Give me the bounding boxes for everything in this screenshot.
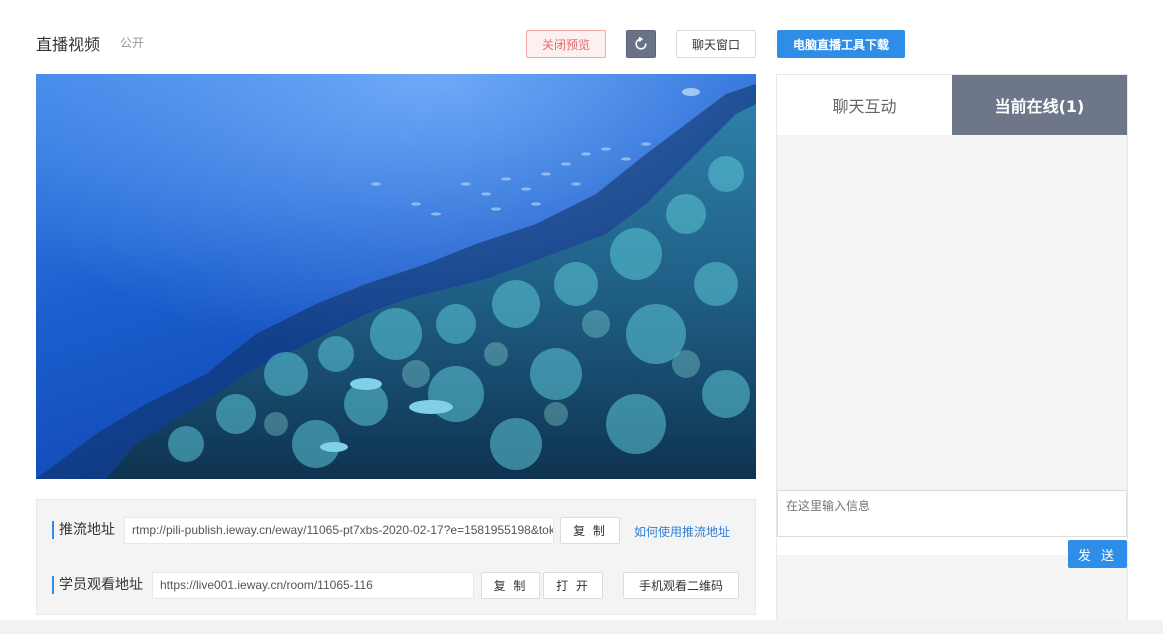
mobile-qr-button[interactable]: 手机观看二维码: [623, 572, 739, 599]
video-player[interactable]: [36, 74, 756, 479]
send-button[interactable]: 发 送: [1068, 540, 1127, 568]
refresh-button[interactable]: [626, 30, 656, 58]
viewer-url-field[interactable]: https://live001.ieway.cn/room/11065-116: [152, 572, 474, 599]
push-url-help-link[interactable]: 如何使用推流地址: [634, 523, 730, 540]
page-title: 直播视频: [36, 35, 101, 54]
chat-window-button[interactable]: 聊天窗口: [676, 30, 756, 58]
viewer-url-label: 学员观看地址: [52, 576, 143, 594]
video-frame: [36, 74, 756, 479]
open-viewer-url-button[interactable]: 打 开: [543, 572, 603, 599]
copy-viewer-url-button[interactable]: 复 制: [481, 572, 540, 599]
chat-panel: 聊天互动 当前在线(1) 发 送: [776, 74, 1128, 622]
push-url-label: 推流地址: [52, 521, 115, 539]
message-input[interactable]: [777, 490, 1127, 537]
copy-push-url-button[interactable]: 复 制: [560, 517, 620, 544]
push-url-field[interactable]: rtmp://pili-publish.ieway.cn/eway/11065-…: [124, 517, 554, 544]
download-tool-button[interactable]: 电脑直播工具下载: [777, 30, 905, 58]
refresh-icon: [635, 37, 647, 50]
visibility-badge: 公开: [120, 36, 145, 50]
page-footer-bar: [0, 620, 1163, 634]
stream-info-panel: 推流地址 rtmp://pili-publish.ieway.cn/eway/1…: [36, 499, 756, 615]
tab-online[interactable]: 当前在线(1): [952, 75, 1127, 135]
close-preview-button[interactable]: 关闭预览: [526, 30, 606, 58]
tab-chat[interactable]: 聊天互动: [777, 75, 952, 135]
